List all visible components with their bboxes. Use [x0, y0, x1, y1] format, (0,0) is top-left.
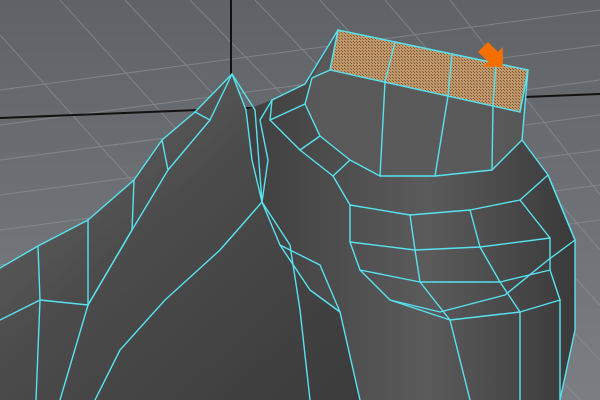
3d-viewport[interactable] — [0, 0, 600, 400]
viewport-canvas[interactable] — [0, 0, 600, 400]
